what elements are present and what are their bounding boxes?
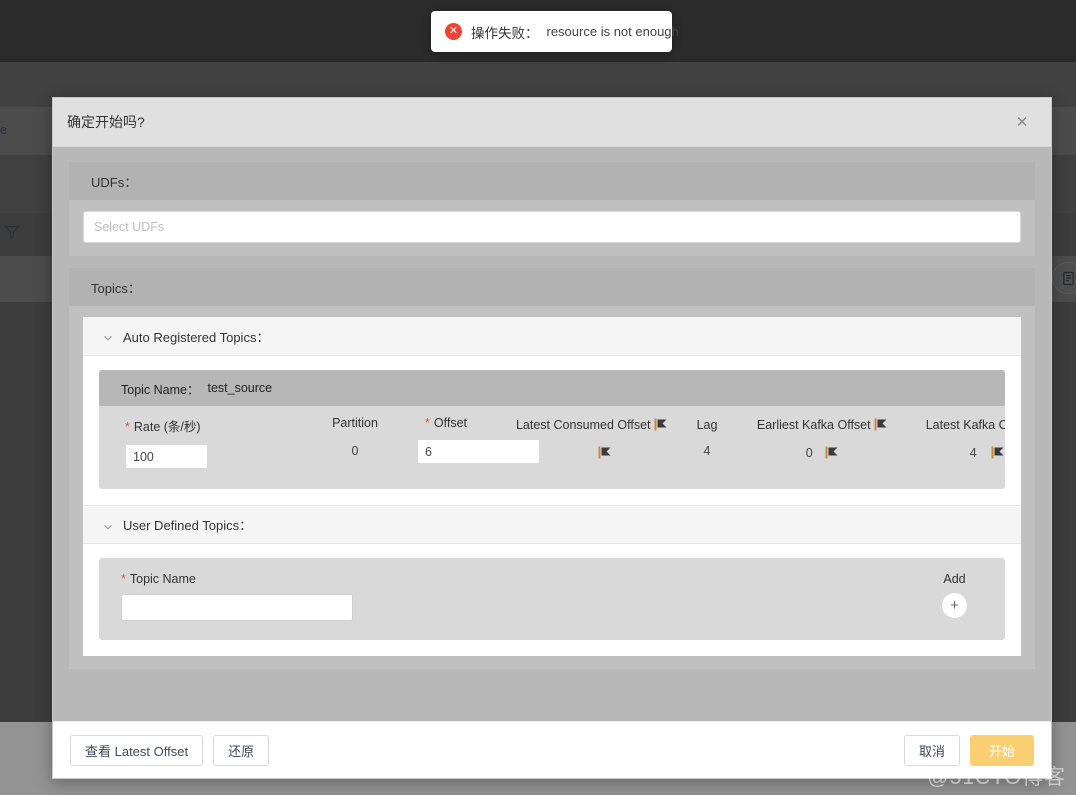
- column-earliest-kafka-offset-label: Earliest Kafka Offset: [747, 418, 897, 432]
- udfs-section: UDFs： Select UDFs: [69, 162, 1035, 256]
- chevron-down-icon: [103, 331, 113, 341]
- chevron-down-icon: [103, 520, 113, 530]
- topics-label: Topics：: [91, 280, 141, 296]
- udfs-section-body: Select UDFs: [69, 200, 1035, 256]
- topic-card-columns: * Rate (条/秒) 100 Partition 0 * Offset 6 …: [99, 406, 1005, 489]
- earliest-kafka-offset-value-wrap: 0: [747, 444, 897, 462]
- column-rate-label-text: Rate (条/秒): [133, 420, 201, 434]
- restore-button[interactable]: 还原: [213, 734, 270, 766]
- topics-subpanel: Auto Registered Topics： Topic Name： test…: [83, 317, 1021, 656]
- auto-registered-topics-header[interactable]: Auto Registered Topics：: [83, 317, 1021, 356]
- dialog-title: 确定开始吗?: [67, 114, 145, 130]
- dialog-header: 确定开始吗? ✕: [53, 98, 1051, 147]
- topics-section: Topics： Auto Registered Topics： Topic Na…: [69, 268, 1035, 669]
- column-latest-kafka-offset-label-text: Latest Kafka Offset: [925, 418, 1005, 432]
- plus-icon[interactable]: +: [942, 593, 967, 618]
- column-latest-kafka-offset: Latest Kafka Offset: [909, 418, 1005, 462]
- udfs-section-header: UDFs：: [69, 162, 1035, 200]
- select-udfs-input[interactable]: Select UDFs: [83, 211, 1021, 243]
- toast-message: resource is not enough: [546, 24, 679, 39]
- column-partition-label: Partition: [332, 416, 378, 430]
- column-latest-consumed-offset-label: Latest Consumed Offset: [407, 418, 667, 432]
- column-latest-consumed-offset: Latest Consumed Offset: [407, 418, 667, 462]
- broken-image-icon: [874, 418, 887, 431]
- column-earliest-kafka-offset: Earliest Kafka Offset 0: [747, 418, 897, 462]
- broken-image-icon: [825, 446, 838, 459]
- column-partition: Partition 0: [325, 416, 385, 458]
- required-asterisk: *: [121, 572, 126, 586]
- lag-value: 4: [703, 444, 711, 458]
- auto-registered-topics-label: Auto Registered Topics：: [123, 329, 270, 345]
- broken-image-icon: [654, 418, 667, 431]
- add-label: Add: [943, 572, 966, 586]
- rate-input-value: 100: [133, 449, 154, 464]
- required-asterisk: *: [125, 420, 130, 434]
- close-icon[interactable]: ✕: [1011, 111, 1033, 133]
- user-topic-name-label: * Topic Name: [121, 572, 983, 586]
- user-topic-name-label-text: Topic Name: [129, 572, 196, 586]
- confirm-start-dialog: 确定开始吗? ✕ UDFs： Select UDFs Topics： Auto …: [52, 97, 1052, 779]
- earliest-kafka-offset-value: 0: [805, 446, 813, 460]
- user-topic-name-input[interactable]: [121, 594, 353, 621]
- partition-value: 0: [351, 444, 359, 458]
- user-defined-topics-header[interactable]: User Defined Topics：: [83, 505, 1021, 544]
- user-defined-topic-card: * Topic Name Add +: [99, 558, 1005, 640]
- column-lag: Lag 4: [677, 418, 737, 458]
- broken-image-icon: [598, 446, 611, 459]
- column-latest-kafka-offset-label: Latest Kafka Offset: [909, 418, 1005, 432]
- cancel-button[interactable]: 取消: [903, 734, 960, 766]
- latest-kafka-offset-value-wrap: 4: [909, 444, 1005, 462]
- udfs-label: UDFs：: [91, 174, 138, 190]
- broken-image-icon: [991, 446, 1004, 459]
- topic-name-value: test_source: [207, 381, 273, 395]
- topic-card: Topic Name： test_source * Rate (条/秒) 100…: [99, 370, 1005, 489]
- topics-section-header: Topics：: [69, 268, 1035, 306]
- topic-card-header: Topic Name： test_source: [99, 370, 1005, 406]
- toast-title: 操作失败：: [471, 25, 539, 41]
- user-defined-topics-body: * Topic Name Add +: [83, 544, 1021, 656]
- add-topic-group: Add +: [942, 572, 967, 618]
- start-button[interactable]: 开始: [969, 734, 1034, 766]
- view-latest-offset-button[interactable]: 查看 Latest Offset: [70, 734, 204, 766]
- error-toast: ✕ 操作失败： resource is not enough: [431, 11, 679, 52]
- latest-kafka-offset-value: 4: [969, 446, 977, 460]
- column-lag-label: Lag: [696, 418, 718, 432]
- column-rate-label: * Rate (条/秒): [125, 416, 208, 435]
- dialog-body: UDFs： Select UDFs Topics： Auto Registere…: [53, 147, 1051, 721]
- select-udfs-placeholder: Select UDFs: [94, 220, 165, 234]
- latest-consumed-offset-value-wrap: [407, 444, 667, 462]
- dialog-footer: 查看 Latest Offset 还原 取消 开始: [53, 721, 1051, 778]
- topics-section-body: Auto Registered Topics： Topic Name： test…: [69, 306, 1035, 669]
- column-rate: * Rate (条/秒) 100: [125, 416, 208, 469]
- column-latest-consumed-offset-label-text: Latest Consumed Offset: [515, 418, 651, 432]
- error-circle-icon: ✕: [445, 23, 462, 40]
- rate-input[interactable]: 100: [125, 444, 208, 469]
- user-defined-topics-label: User Defined Topics：: [123, 518, 253, 533]
- column-earliest-kafka-offset-label-text: Earliest Kafka Offset: [756, 418, 871, 432]
- topic-name-label: Topic Name：: [121, 382, 200, 397]
- auto-registered-topics-body: Topic Name： test_source * Rate (条/秒) 100…: [83, 356, 1021, 505]
